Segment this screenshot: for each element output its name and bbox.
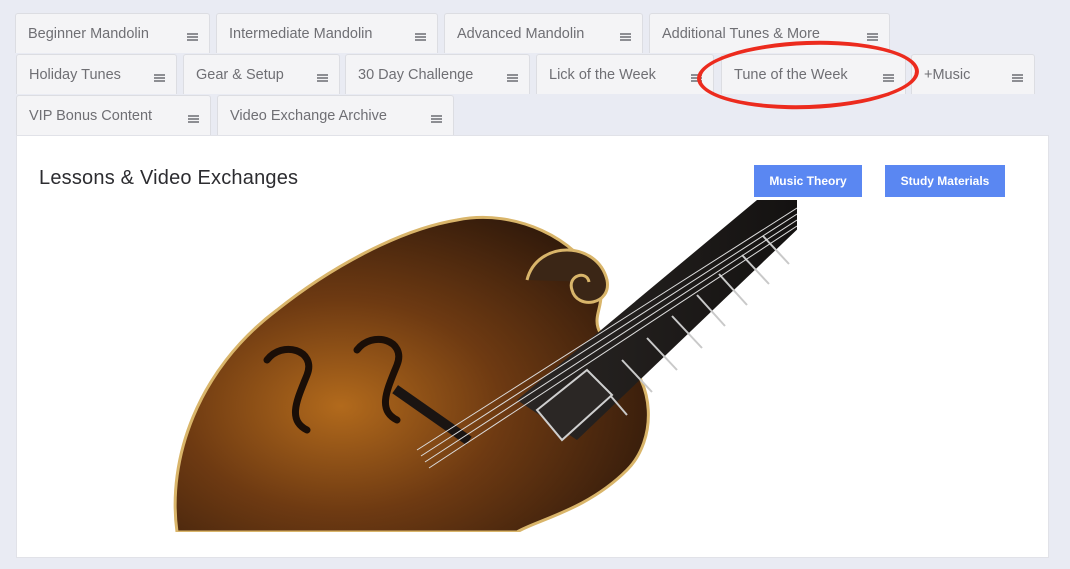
- study-materials-button[interactable]: Study Materials: [885, 165, 1005, 197]
- tab-label: Intermediate Mandolin: [229, 26, 373, 42]
- tab-label: Tune of the Week: [734, 67, 848, 83]
- hamburger-menu-icon[interactable]: [415, 33, 426, 41]
- hamburger-menu-icon[interactable]: [507, 74, 518, 82]
- hamburger-menu-icon[interactable]: [883, 74, 894, 82]
- music-theory-button[interactable]: Music Theory: [754, 165, 862, 197]
- tab-lick-of-the-week[interactable]: Lick of the Week: [536, 54, 714, 94]
- tab-label: Additional Tunes & More: [662, 26, 820, 42]
- tab-label: 30 Day Challenge: [358, 67, 474, 83]
- hamburger-menu-icon[interactable]: [187, 33, 198, 41]
- tab-video-exchange-archive[interactable]: Video Exchange Archive: [217, 95, 454, 135]
- page-title: Lessons & Video Exchanges: [39, 167, 299, 189]
- tab-plus-music[interactable]: +Music: [911, 54, 1035, 94]
- tab-label: Lick of the Week: [549, 67, 656, 83]
- tab-holiday-tunes[interactable]: Holiday Tunes: [16, 54, 177, 94]
- tab-intermediate-mandolin[interactable]: Intermediate Mandolin: [216, 13, 438, 53]
- tab-gear-setup[interactable]: Gear & Setup: [183, 54, 340, 94]
- hamburger-menu-icon[interactable]: [620, 33, 631, 41]
- tab-advanced-mandolin[interactable]: Advanced Mandolin: [444, 13, 643, 53]
- tab-label: +Music: [924, 67, 971, 83]
- hamburger-menu-icon[interactable]: [1012, 74, 1023, 82]
- tab-label: Advanced Mandolin: [457, 26, 585, 42]
- tab-label: VIP Bonus Content: [29, 108, 153, 124]
- hamburger-menu-icon[interactable]: [691, 74, 702, 82]
- hamburger-menu-icon[interactable]: [317, 74, 328, 82]
- tab-beginner-mandolin[interactable]: Beginner Mandolin: [15, 13, 210, 53]
- tab-30-day-challenge[interactable]: 30 Day Challenge: [345, 54, 530, 94]
- hamburger-menu-icon[interactable]: [431, 115, 442, 123]
- tab-vip-bonus-content[interactable]: VIP Bonus Content: [16, 95, 211, 135]
- tab-label: Video Exchange Archive: [230, 108, 387, 124]
- hamburger-menu-icon[interactable]: [867, 33, 878, 41]
- content-panel: Lessons & Video Exchanges Music Theory S…: [16, 135, 1049, 558]
- tab-label: Gear & Setup: [196, 67, 284, 83]
- hamburger-menu-icon[interactable]: [154, 74, 165, 82]
- tab-additional-tunes[interactable]: Additional Tunes & More: [649, 13, 890, 53]
- mandolin-image: [173, 200, 797, 532]
- tab-label: Beginner Mandolin: [28, 26, 149, 42]
- tab-tune-of-the-week[interactable]: Tune of the Week: [721, 54, 906, 94]
- hamburger-menu-icon[interactable]: [188, 115, 199, 123]
- tab-label: Holiday Tunes: [29, 67, 121, 83]
